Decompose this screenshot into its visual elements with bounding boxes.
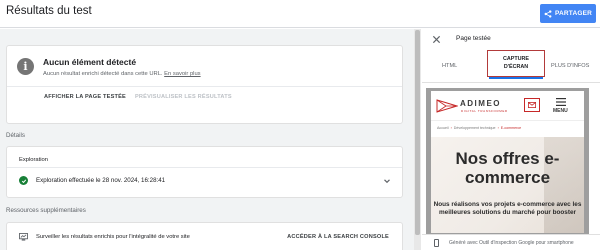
check-circle-icon [19,176,28,185]
preview-results-button: PRÉVISUALISER LES RÉSULTATS [135,94,232,100]
learn-more-link[interactable]: En savoir plus [164,71,200,77]
tested-page-panel: Page testée HTML CAPTURE D'ÉCRAN PLUS D'… [422,29,600,250]
site-hero-title: Nos offres e-commerce [455,149,560,188]
divider [422,82,600,83]
menu-label: MENU [553,108,568,114]
chevron-down-icon[interactable] [382,176,392,186]
view-tested-page-button[interactable]: AFFICHER LA PAGE TESTÉE [44,94,126,100]
smartphone-icon [434,239,439,247]
monitor-results-text: Surveiller les résultats enrichis pour l… [36,234,190,240]
site-hero-text: Nous réalisons vos projets e-commerce av… [433,201,582,216]
search-console-icon [19,233,28,241]
results-pane: i Aucun élément détecté Aucun résultat e… [0,29,414,250]
mail-icon [524,98,540,112]
tab-screenshot-line1: CAPTURE [502,56,530,63]
tab-html[interactable]: HTML [442,63,457,69]
panel-footer: Généré avec Outil d'inspection Google po… [422,234,600,250]
resources-section-label: Ressources supplémentaires [6,207,86,214]
info-icon: i [17,58,34,75]
tab-screenshot-line2: D'ÉCRAN [503,63,529,70]
site-logo-text: ADIMEO [460,99,501,108]
divider [7,167,402,168]
share-icon [544,9,552,18]
crawler-info-text: Généré avec Outil d'inspection Google po… [449,240,574,246]
details-section-label: Détails [6,132,25,139]
top-bar: Résultats du test PARTAGER [0,0,600,28]
share-button[interactable]: PARTAGER [540,4,596,23]
share-button-label: PARTAGER [554,10,593,17]
site-header: ADIMEO DIGITAL TRANSFORMER MENU [431,91,584,121]
summary-title: Aucun élément détecté [43,57,137,67]
exploration-label: Exploration [19,157,49,163]
hamburger-menu-icon [556,98,566,106]
resources-card: Surveiller les résultats enrichis pour l… [6,222,403,250]
tab-screenshot[interactable]: CAPTURE D'ÉCRAN [487,50,545,77]
scrollbar-thumb[interactable] [415,30,420,235]
exploration-card[interactable]: Exploration Exploration effectuée le 28 … [6,146,403,198]
site-hero: Nos offres e-commerce Nous réalisons vos… [431,137,584,233]
page-title: Résultats du test [6,5,92,17]
summary-description: Aucun résultat enrichi détecté dans cett… [43,71,201,77]
site-logo-tagline: DIGITAL TRANSFORMER [461,109,508,113]
tab-more-info[interactable]: PLUS D'INFOS [551,63,589,69]
exploration-status: Exploration effectuée le 28 nov. 2024, 1… [36,177,166,184]
summary-card: i Aucun élément détecté Aucun résultat e… [6,45,403,124]
page-screenshot: ADIMEO DIGITAL TRANSFORMER MENU Accueil ›… [431,91,584,233]
adimeo-logo-icon [436,99,458,113]
search-console-link[interactable]: ACCÉDER À LA SEARCH CONSOLE [287,234,389,240]
close-icon[interactable] [432,35,441,44]
divider [7,86,402,87]
panel-title: Page testée [456,35,491,42]
site-breadcrumb: Accueil › Développement technique › E-commer… [437,126,522,130]
active-tab-indicator [489,77,543,79]
